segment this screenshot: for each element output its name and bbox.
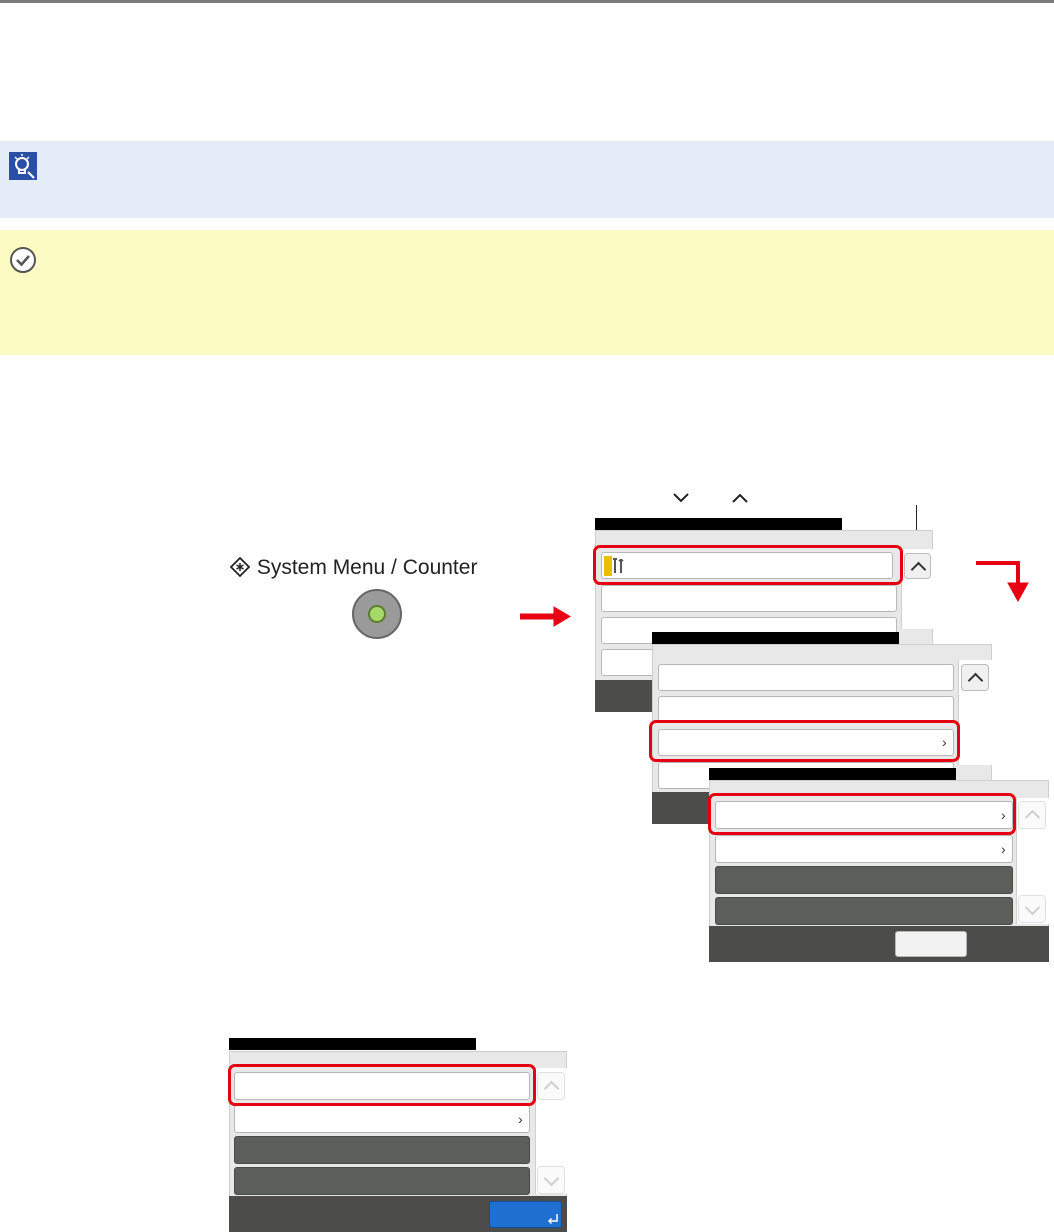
panel3-item-4 [715,897,1013,925]
panel1-title-bar [595,518,842,530]
panel4-selection-highlight [228,1064,536,1106]
diamond-asterisk-icon [229,556,251,578]
lightbulb-tip-icon [9,152,37,180]
panel3-item-2[interactable] [715,835,1013,863]
caret-up-icon [732,493,748,503]
panel3-item-3 [715,866,1013,894]
panel2-item-2[interactable] [658,696,954,723]
panel3-bottom-bar [709,926,1049,962]
panel2-title-bar [652,632,899,644]
enter-return-icon [547,1214,558,1225]
system-menu-led [368,605,386,623]
note-box [0,141,1054,218]
system-menu-label: System Menu / Counter [229,556,477,580]
panel4-item-2-chevron-right-icon: › [518,1111,523,1127]
caution-box [0,230,1054,355]
arrow-right-icon [520,606,571,627]
checkmark-circle-icon [10,247,36,273]
panel4-title-bar [229,1038,476,1050]
panel2-item-1[interactable] [658,664,954,691]
arrow-down-icon [976,561,1029,603]
panel1-selection-highlight [593,545,903,585]
panel3-selection-highlight [708,793,1016,835]
panel4-item-2[interactable] [234,1105,530,1133]
top-rule [0,0,1054,3]
panel1-item-2[interactable] [601,585,897,612]
panel4-item-3 [234,1136,530,1164]
panel4-item-4 [234,1167,530,1195]
panel3-item-2-chevron-right-icon: › [1001,841,1006,857]
panel3-bottom-button[interactable] [895,931,967,957]
caret-down-icon [673,493,689,503]
panel3-title-bar [709,768,956,780]
panel2-selection-highlight [649,720,960,762]
